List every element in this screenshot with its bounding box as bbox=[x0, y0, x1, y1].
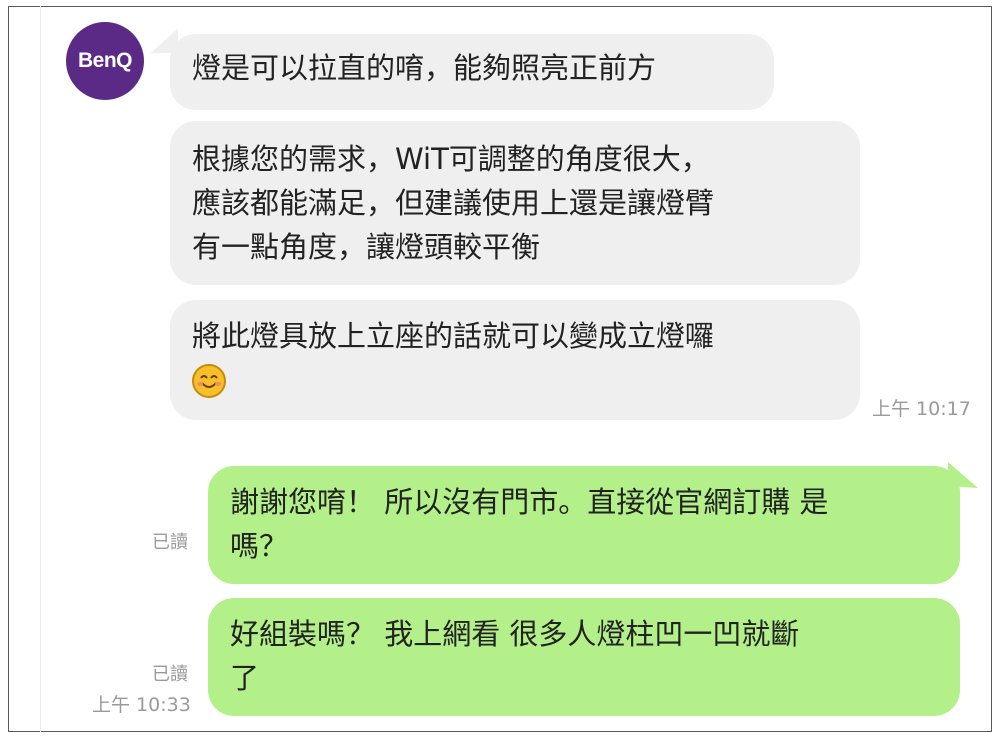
avatar-logo-text: BenQ bbox=[77, 49, 133, 72]
smiling-face-emoji-icon bbox=[192, 364, 226, 398]
message-text-line: 應該都能滿足，但建議使用上還是讓燈臂 bbox=[192, 186, 715, 220]
message-bubble-incoming[interactable]: 根據您的需求，WiT可調整的角度很大， 應該都能滿足，但建議使用上還是讓燈臂 有… bbox=[170, 121, 860, 285]
message-bubble-incoming[interactable]: 將此燈具放上立座的話就可以變成立燈囉 bbox=[170, 300, 860, 420]
message-bubble-outgoing[interactable]: 謝謝您唷！ 所以沒有門市。直接從官網訂購 是 嗎？ bbox=[208, 466, 960, 584]
message-bubble-incoming[interactable]: 燈是可以拉直的唷，能夠照亮正前方 bbox=[170, 34, 774, 110]
divider bbox=[40, 6, 41, 732]
message-text-line: 將此燈具放上立座的話就可以變成立燈囉 bbox=[192, 319, 715, 353]
message-text-line: 好組裝嗎？ 我上網看 很多人燈柱凹一凹就斷 bbox=[230, 617, 800, 651]
message-bubble-outgoing[interactable]: 好組裝嗎？ 我上網看 很多人燈柱凹一凹就斷 了 bbox=[208, 598, 960, 716]
message-text-line: 有一點角度，讓燈頭較平衡 bbox=[192, 230, 541, 264]
message-text-line: 了 bbox=[230, 661, 260, 695]
contact-avatar[interactable]: BenQ bbox=[66, 22, 144, 100]
message-text-line: 嗎？ bbox=[230, 529, 289, 563]
message-text: 燈是可以拉直的唷，能夠照亮正前方 bbox=[192, 51, 657, 85]
read-receipt: 已讀 bbox=[152, 664, 188, 685]
message-timestamp: 上午 10:17 bbox=[872, 398, 971, 420]
message-text-line: 謝謝您唷！ 所以沒有門市。直接從官網訂購 是 bbox=[230, 485, 829, 519]
read-receipt: 已讀 bbox=[152, 532, 188, 553]
message-timestamp: 上午 10:33 bbox=[92, 694, 191, 716]
message-text-line: 根據您的需求，WiT可調整的角度很大， bbox=[192, 142, 710, 176]
